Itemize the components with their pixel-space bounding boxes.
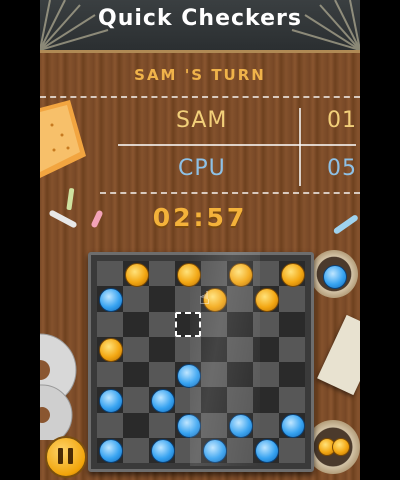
gold-piece[interactable]: [125, 262, 149, 287]
gold-piece[interactable]: [177, 262, 201, 287]
blue-piece[interactable]: [151, 388, 175, 413]
board-square[interactable]: [227, 286, 253, 312]
board-square[interactable]: [253, 387, 279, 413]
blue-piece[interactable]: [99, 287, 123, 312]
scoreboard-divider: [118, 144, 356, 146]
board-square[interactable]: [123, 311, 149, 337]
board-square[interactable]: [149, 336, 175, 362]
gold-piece[interactable]: [255, 287, 279, 312]
board-square[interactable]: [279, 286, 305, 312]
player1-score: 01: [327, 108, 357, 133]
board-square[interactable]: [123, 437, 149, 463]
turn-indicator: SAM 'S TURN: [134, 66, 266, 84]
board-square[interactable]: [149, 261, 175, 287]
captured-blue-piece: [323, 265, 347, 289]
board-square[interactable]: [279, 437, 305, 463]
board-square[interactable]: [97, 261, 123, 287]
blue-piece[interactable]: [99, 388, 123, 413]
board-grid: ☝: [97, 261, 305, 464]
pause-icon: [68, 448, 73, 464]
captured-gold-piece: [332, 438, 350, 456]
blue-piece[interactable]: [281, 414, 305, 439]
board-square[interactable]: [227, 387, 253, 413]
scoreboard-column-divider: [299, 108, 301, 186]
board-square[interactable]: [227, 311, 253, 337]
board-square[interactable]: [149, 412, 175, 438]
gold-piece[interactable]: [281, 262, 305, 287]
board-square[interactable]: [227, 336, 253, 362]
scoreboard-top-border: [40, 96, 360, 98]
board-square[interactable]: [253, 412, 279, 438]
hand-pointer-icon: ☝: [199, 288, 210, 310]
board-square[interactable]: [123, 387, 149, 413]
game-title: Quick Checkers: [98, 6, 302, 31]
player2-score: 05: [327, 156, 357, 181]
board-square[interactable]: [201, 387, 227, 413]
board-square[interactable]: [201, 336, 227, 362]
player2-name: CPU: [178, 156, 226, 181]
scoreboard-bottom-border: [100, 192, 360, 194]
board-square[interactable]: [149, 362, 175, 388]
board-square[interactable]: [253, 261, 279, 287]
gold-piece[interactable]: [229, 262, 253, 287]
checkers-board: ☝: [88, 252, 314, 472]
board-square[interactable]: [175, 387, 201, 413]
board-square[interactable]: [123, 362, 149, 388]
board-square[interactable]: [149, 286, 175, 312]
board-square[interactable]: [201, 362, 227, 388]
board-square[interactable]: [253, 336, 279, 362]
board-square[interactable]: [201, 261, 227, 287]
board-square[interactable]: [97, 412, 123, 438]
blue-piece[interactable]: [177, 414, 201, 439]
board-square[interactable]: [279, 387, 305, 413]
board-square[interactable]: [227, 437, 253, 463]
game-screen: Quick Checkers SAM 'S TURN SAM 01 CPU 05…: [40, 0, 360, 480]
board-square[interactable]: [97, 311, 123, 337]
pause-icon: [58, 448, 63, 464]
board-square[interactable]: [123, 412, 149, 438]
blue-piece[interactable]: [229, 414, 253, 439]
board-square[interactable]: [123, 336, 149, 362]
board-square[interactable]: [175, 437, 201, 463]
board-square[interactable]: [279, 362, 305, 388]
board-square[interactable]: [279, 336, 305, 362]
board-square[interactable]: [279, 311, 305, 337]
cd-disc-icon: [40, 333, 77, 440]
title-bar: Quick Checkers: [40, 0, 360, 53]
board-square[interactable]: [123, 286, 149, 312]
board-square[interactable]: [175, 336, 201, 362]
board-square[interactable]: [175, 286, 201, 312]
eraser-icon: [40, 100, 86, 178]
board-square[interactable]: [227, 362, 253, 388]
paper-note-decoration: [317, 314, 360, 396]
player1-name: SAM: [176, 108, 228, 133]
board-square[interactable]: [253, 362, 279, 388]
game-timer: 02:57: [152, 203, 248, 232]
board-square[interactable]: [253, 311, 279, 337]
board-square[interactable]: [97, 362, 123, 388]
selected-square-marker[interactable]: [175, 311, 201, 337]
board-square[interactable]: [201, 311, 227, 337]
board-square[interactable]: [149, 311, 175, 337]
blue-piece[interactable]: [177, 363, 201, 388]
pause-button[interactable]: [45, 436, 87, 478]
board-square[interactable]: [201, 412, 227, 438]
